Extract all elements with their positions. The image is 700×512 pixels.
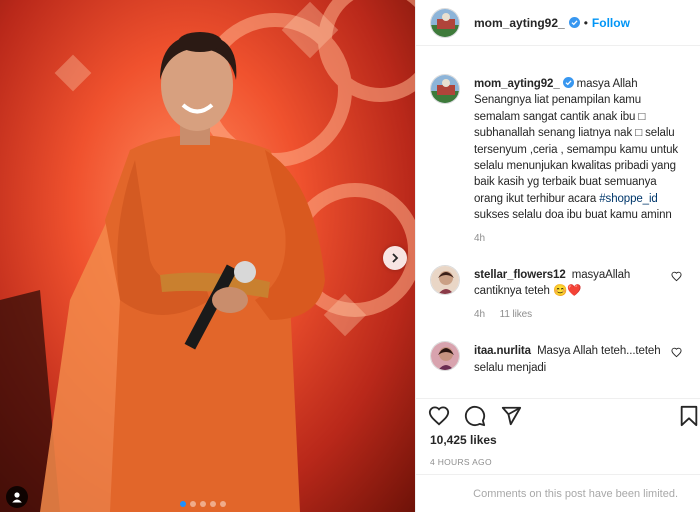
comments-limited-notice: Comments on this post have been limited. [416, 474, 700, 512]
hashtag-link[interactable]: #shoppe_id [599, 193, 658, 205]
carousel-indicator [180, 501, 226, 507]
comment-likes[interactable]: 11 likes [500, 309, 532, 320]
comment-icon[interactable] [464, 405, 486, 427]
likes-count[interactable]: 10,425 likes [430, 433, 497, 447]
post-panel: mom_ayting92_ • Follow mom_ayting92_ masy… [415, 0, 700, 512]
comments-list: mom_ayting92_ masya Allah Senangnya liat … [416, 62, 700, 394]
carousel-dot [200, 501, 206, 507]
tagged-users-button[interactable] [6, 486, 28, 508]
follow-button[interactable]: Follow [592, 16, 630, 30]
comment-username[interactable]: itaa.nurlita [474, 345, 531, 357]
comment-username[interactable]: mom_ayting92_ [474, 78, 560, 90]
comment-meta: 4h [474, 231, 686, 247]
post-photo[interactable] [0, 0, 415, 512]
caption-text: masya Allah Senangnya liat penampilan ka… [474, 78, 679, 205]
comment-meta: 4h 11 likes [474, 307, 666, 323]
carousel-next-button[interactable] [383, 246, 407, 270]
carousel-dot [210, 501, 216, 507]
action-bar [416, 398, 700, 434]
comment-item: itaa.nurlita Masya Allah teteh...teteh s… [416, 329, 700, 376]
caption-comment: mom_ayting92_ masya Allah Senangnya liat … [416, 62, 700, 247]
avatar[interactable] [430, 265, 460, 296]
carousel-dot [180, 501, 186, 507]
heart-icon[interactable] [671, 271, 682, 282]
verified-badge-icon [568, 17, 580, 28]
header-username[interactable]: mom_ayting92_ [474, 16, 565, 30]
chevron-right-icon [392, 253, 399, 263]
carousel-dot [220, 501, 226, 507]
header-separator: • [583, 15, 588, 30]
post-header: mom_ayting92_ • Follow [416, 0, 700, 46]
heart-icon[interactable] [671, 347, 682, 358]
avatar[interactable] [430, 341, 460, 372]
caption-text-end: sukses selalu doa ibu buat kamu aminn [474, 209, 672, 222]
comment-item: stellar_flowers12 masyaAllah cantiknya t… [416, 253, 700, 323]
comment-time: 4h [474, 232, 485, 244]
carousel-dot [190, 501, 196, 507]
verified-badge-icon [562, 77, 574, 88]
photo-scene [0, 0, 415, 512]
comment-username[interactable]: stellar_flowers12 [474, 269, 566, 281]
share-icon[interactable] [500, 405, 522, 427]
avatar[interactable] [430, 7, 460, 38]
post-timestamp[interactable]: 4 HOURS AGO [430, 457, 492, 467]
heart-icon[interactable] [428, 405, 450, 427]
bookmark-icon[interactable] [678, 405, 700, 427]
comment-time: 4h [474, 308, 485, 320]
user-tag-icon [12, 492, 22, 503]
avatar[interactable] [430, 74, 460, 104]
